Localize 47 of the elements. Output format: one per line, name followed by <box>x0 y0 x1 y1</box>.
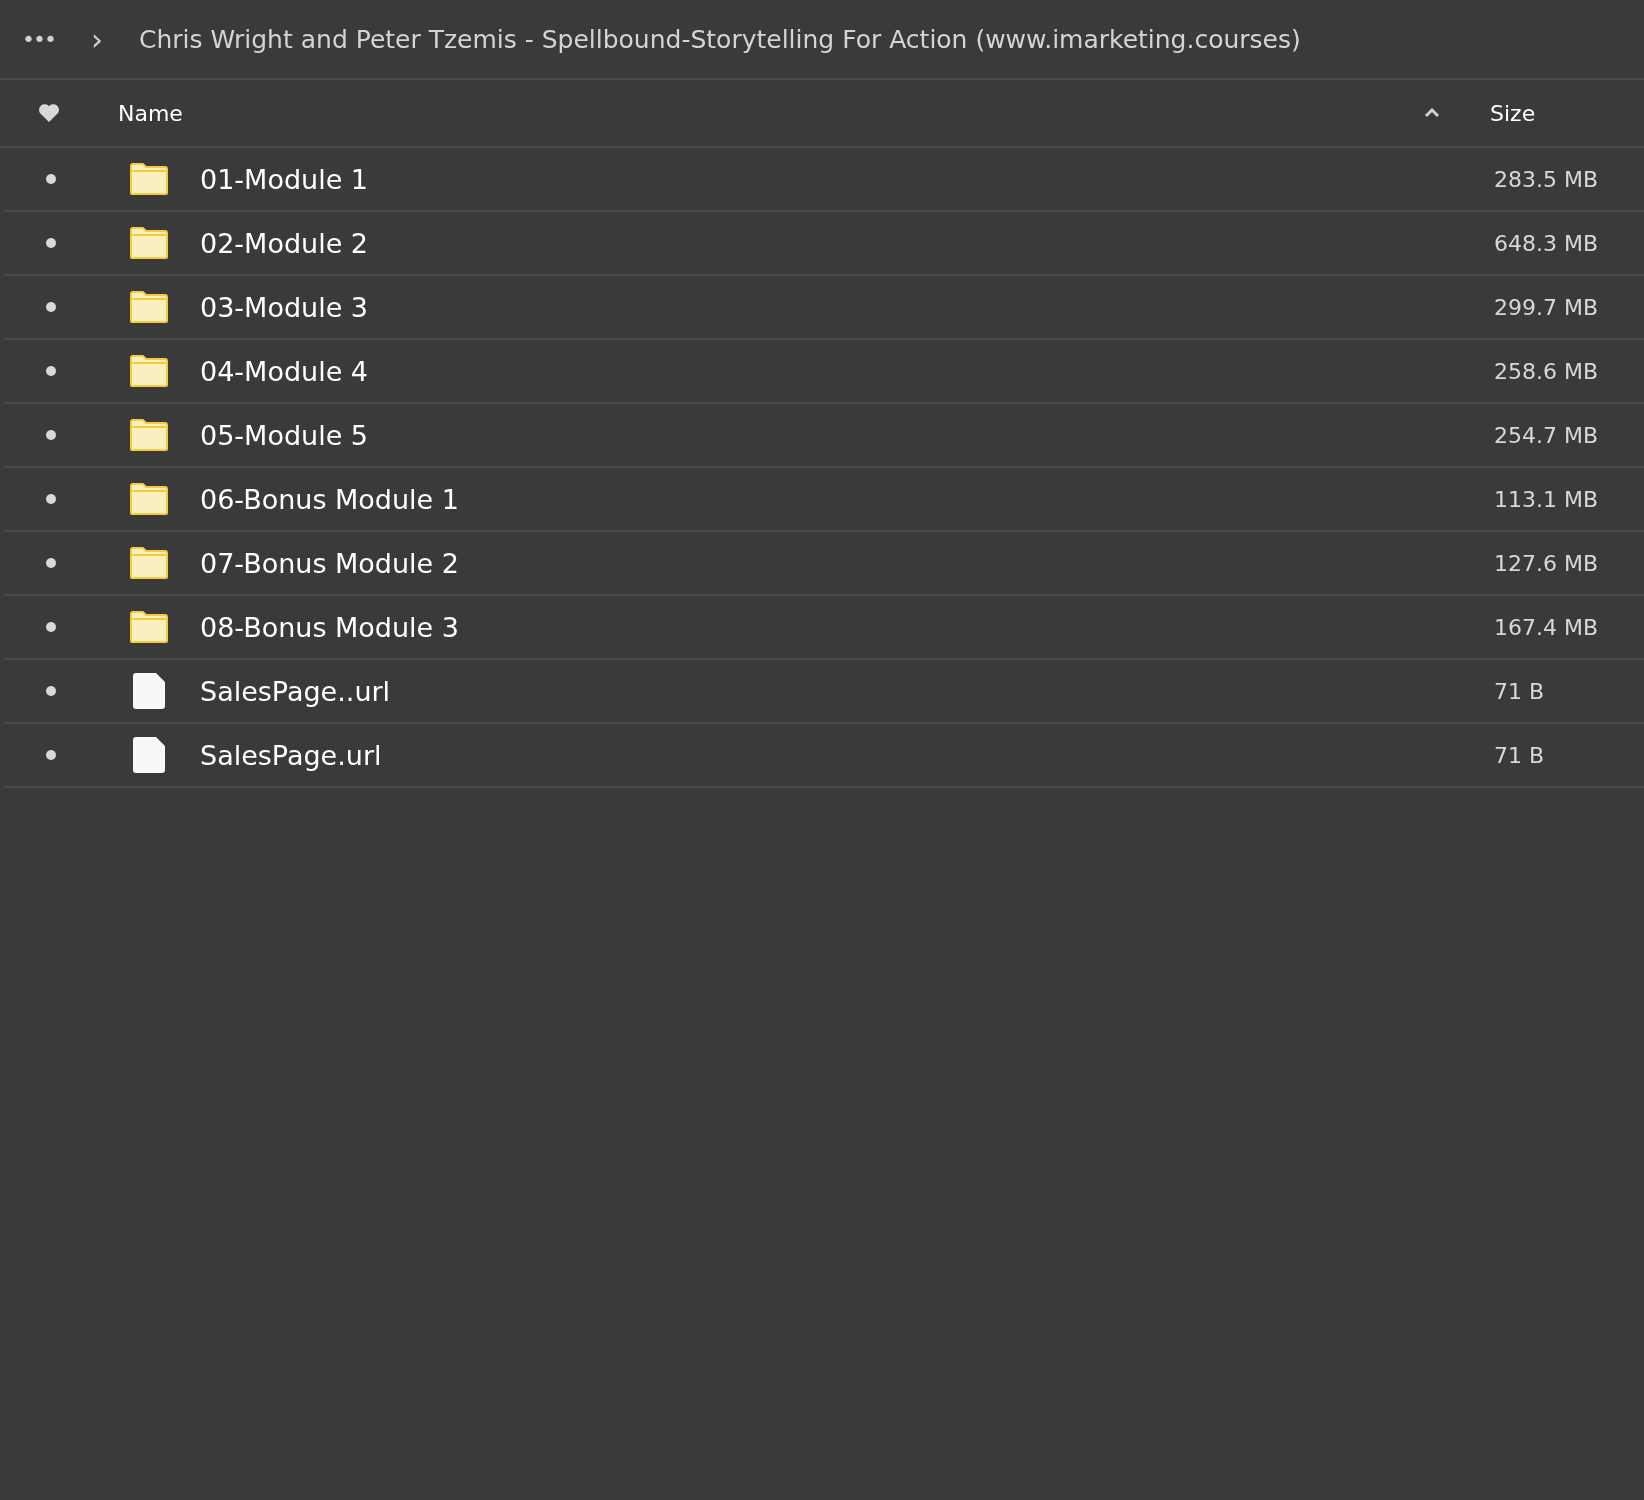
file-name[interactable]: 07-Bonus Module 2 <box>200 547 1494 579</box>
bullet-icon <box>46 174 56 184</box>
folder-icon <box>130 227 168 259</box>
file-icon <box>133 673 165 709</box>
column-header[interactable]: Name <box>118 100 183 126</box>
file-name[interactable]: 02-Module 2 <box>200 227 1494 259</box>
file-size: 113.1 MB <box>1494 486 1600 512</box>
file-size: 167.4 MB <box>1494 614 1600 640</box>
bullet-icon <box>46 494 56 504</box>
bullet-icon <box>46 430 56 440</box>
file-name[interactable]: SalesPage..url <box>200 675 1494 707</box>
folder-icon <box>130 547 168 579</box>
breadcrumb-separator: › <box>90 21 103 57</box>
bullet-icon <box>46 366 56 376</box>
bullet-icon <box>46 622 56 632</box>
file-size: 283.5 MB <box>1494 166 1600 192</box>
sort-caret-icon[interactable] <box>1424 108 1440 118</box>
file-name[interactable]: SalesPage.url <box>200 739 1494 771</box>
folder-icon <box>130 419 168 451</box>
folder-icon <box>130 291 168 323</box>
file-name[interactable]: 01-Module 1 <box>200 163 1494 195</box>
more-button[interactable]: ••• <box>22 26 55 52</box>
folder-icon <box>130 163 168 195</box>
column-header[interactable]: Size <box>1490 100 1644 126</box>
folder-icon <box>130 355 168 387</box>
file-name[interactable]: 06-Bonus Module 1 <box>200 483 1494 515</box>
file-size: 299.7 MB <box>1494 294 1600 320</box>
file-size: 127.6 MB <box>1494 550 1600 576</box>
file-name[interactable]: 03-Module 3 <box>200 291 1494 323</box>
bullet-icon <box>46 302 56 312</box>
bullet-icon <box>46 686 56 696</box>
file-name[interactable]: 05-Module 5 <box>200 419 1494 451</box>
bullet-icon <box>46 750 56 760</box>
file-name[interactable]: 08-Bonus Module 3 <box>200 611 1494 643</box>
file-name[interactable]: 04-Module 4 <box>200 355 1494 387</box>
bullet-icon <box>46 558 56 568</box>
file-size: 71 B <box>1494 742 1546 768</box>
file-icon <box>133 737 165 773</box>
folder-icon <box>130 611 168 643</box>
bullet-icon <box>46 238 56 248</box>
heart-icon[interactable] <box>38 103 60 123</box>
file-size: 71 B <box>1494 678 1546 704</box>
file-size: 258.6 MB <box>1494 358 1600 384</box>
file-size: 648.3 MB <box>1494 230 1600 256</box>
folder-icon <box>130 483 168 515</box>
folder-title: Chris Wright and Peter Tzemis - Spellbound-Storytelling For Action (www.imarketing.courses) <box>138 24 1301 54</box>
file-size: 254.7 MB <box>1494 422 1600 448</box>
